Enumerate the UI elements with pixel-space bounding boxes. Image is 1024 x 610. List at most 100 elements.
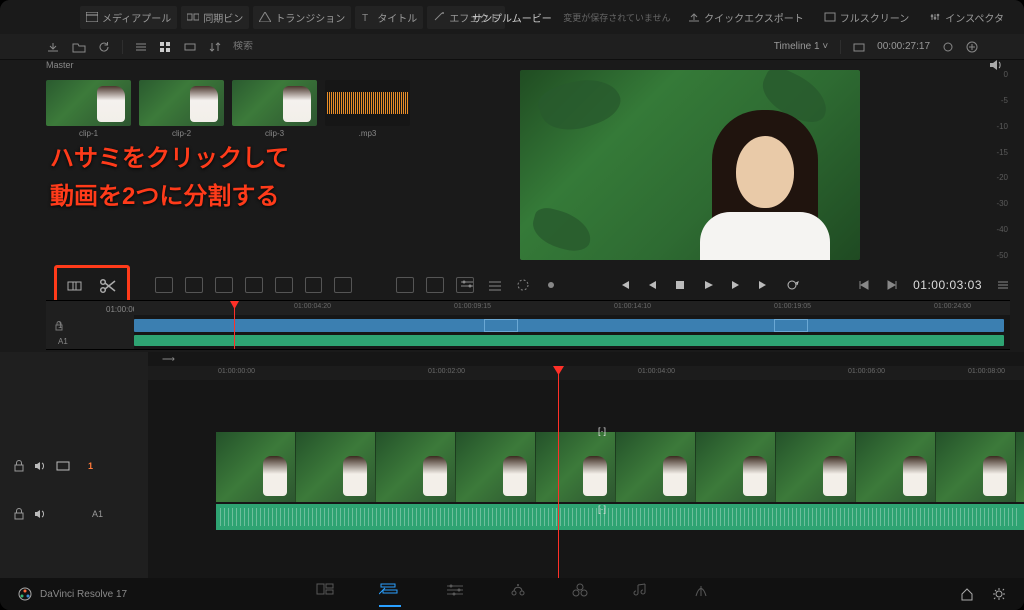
tab-fusion[interactable] — [509, 582, 527, 607]
media-clip[interactable]: clip-3 — [232, 80, 317, 138]
transport-bar: 01:00:03:03 — [460, 272, 1010, 298]
resolve-icon — [18, 587, 32, 601]
list-view-icon[interactable] — [135, 41, 147, 53]
next-frame-icon[interactable] — [729, 278, 743, 292]
syncbin-toggle[interactable]: 同期ビン — [181, 6, 249, 29]
ripple-overwrite-tool[interactable] — [334, 277, 352, 293]
mediapool-label: メディアプール — [102, 10, 171, 25]
speaker-icon[interactable] — [34, 508, 46, 520]
mediapool-icon — [86, 12, 98, 22]
mini-clip-segment[interactable] — [484, 319, 518, 332]
quick-export-label: クイックエクスポート — [704, 10, 804, 25]
timeline-name-dropdown[interactable]: Timeline 1 ˅ — [774, 41, 828, 52]
project-title: サンプルムービー — [472, 10, 552, 25]
preview-viewer[interactable] — [520, 70, 860, 260]
gear-icon[interactable] — [992, 587, 1006, 601]
options-icon[interactable] — [460, 278, 474, 292]
tools-icon[interactable] — [942, 41, 954, 53]
prev-edit-icon[interactable] — [857, 278, 871, 292]
svg-text:T: T — [362, 13, 368, 22]
audio-db-scale: 0-5-10-15-20-30-40-50 — [982, 70, 1008, 260]
mini-ruler[interactable]: 01:00:04:20 01:00:09:15 01:00:14:10 01:0… — [134, 301, 1010, 315]
video-track-header[interactable]: 1 — [0, 460, 148, 472]
place-on-top-tool[interactable] — [275, 277, 293, 293]
media-clip-audio[interactable]: .mp3 — [325, 80, 410, 138]
timeline-timecode: 00:00:27:17 — [877, 41, 930, 52]
mini-audiotrack-label: A1 — [58, 337, 68, 346]
timeline-overview[interactable]: 01:00:00:00 1 A1 01:00:04:20 01:00:09:15… — [46, 300, 1010, 350]
prev-frame-icon[interactable] — [645, 278, 659, 292]
viewer-timecode: 01:00:03:03 — [913, 278, 982, 292]
mediapool-toggle[interactable]: メディアプール — [80, 6, 177, 29]
media-clip[interactable]: clip-1 — [46, 80, 131, 138]
video-track[interactable] — [216, 432, 1024, 502]
transition-icon — [259, 12, 271, 22]
options2-icon[interactable] — [488, 278, 502, 292]
media-toolbar: Timeline 1 ˅ 00:00:27:17 — [0, 34, 1024, 60]
scissors-icon[interactable] — [98, 277, 118, 300]
marker-dot-icon[interactable] — [544, 278, 558, 292]
inspector-icon — [929, 12, 941, 22]
settings-icon[interactable] — [966, 41, 978, 53]
mini-video-clip[interactable] — [134, 319, 1004, 332]
sort-icon[interactable] — [209, 41, 221, 53]
title-label: タイトル — [377, 10, 417, 25]
marker-icon[interactable] — [516, 278, 530, 292]
tab-color[interactable] — [571, 582, 589, 607]
ripple-tool[interactable] — [215, 277, 233, 293]
mini-clip-segment[interactable] — [774, 319, 808, 332]
append-tool[interactable] — [155, 277, 173, 293]
transition-toggle[interactable]: トランジション — [253, 6, 351, 29]
jump-start-icon[interactable] — [617, 278, 631, 292]
quick-export-button[interactable]: クイックエクスポート — [682, 6, 810, 29]
lock-icon[interactable] — [14, 460, 24, 472]
media-clip[interactable]: clip-2 — [139, 80, 224, 138]
speaker-icon[interactable] — [34, 460, 46, 472]
syncbin-label: 同期ビン — [203, 10, 243, 25]
insert-tool[interactable] — [185, 277, 203, 293]
fullscreen-button[interactable]: フルスクリーン — [818, 6, 916, 29]
playhead[interactable] — [558, 366, 559, 578]
edit-tool-row — [155, 272, 474, 298]
source-overwrite-tool[interactable] — [305, 277, 323, 293]
tab-fairlight[interactable] — [633, 582, 649, 607]
lock-icon[interactable] — [54, 321, 64, 331]
title-icon: T — [361, 12, 373, 22]
play-icon[interactable] — [701, 278, 715, 292]
mini-playhead[interactable] — [234, 301, 235, 349]
folder-icon[interactable] — [72, 41, 86, 53]
next-edit-icon[interactable] — [885, 278, 899, 292]
closeup-tool[interactable] — [245, 277, 263, 293]
syncbin-icon — [187, 12, 199, 22]
jump-end-icon[interactable] — [757, 278, 771, 292]
timeline-tracks[interactable]: ⟶ 01:00:00:00 01:00:02:00 01:00:04:00 01… — [148, 352, 1024, 578]
tab-edit[interactable] — [445, 582, 465, 607]
blade-tool-icon[interactable] — [66, 278, 84, 299]
inspector-toggle[interactable]: インスペクタ — [923, 6, 1010, 29]
audio-track[interactable] — [216, 504, 1024, 530]
transition-tool[interactable] — [396, 277, 414, 293]
loop-icon[interactable] — [785, 278, 799, 292]
stop-icon[interactable] — [673, 278, 687, 292]
tab-media[interactable] — [315, 582, 335, 607]
mini-audio-clip[interactable] — [134, 335, 1004, 346]
tab-cut[interactable] — [379, 582, 401, 607]
tab-deliver[interactable] — [693, 582, 709, 607]
save-status: 変更が保存されていません — [563, 11, 670, 24]
in-out-marker: [·] — [598, 504, 606, 514]
import-icon[interactable] — [46, 41, 60, 53]
audio-track-header[interactable]: A1 — [0, 508, 148, 520]
refresh-icon[interactable] — [98, 41, 110, 53]
search-input[interactable] — [233, 41, 313, 52]
zoom-in-icon[interactable]: ⟶ — [162, 354, 175, 365]
dissolve-tool[interactable] — [426, 277, 444, 293]
timeline-ruler[interactable]: 01:00:00:00 01:00:02:00 01:00:04:00 01:0… — [148, 366, 1024, 380]
lock-icon[interactable] — [14, 508, 24, 520]
viewer-menu-icon[interactable] — [996, 278, 1010, 292]
thumb-view-icon[interactable] — [159, 41, 171, 53]
title-toggle[interactable]: T タイトル — [355, 6, 423, 29]
strip-view-icon[interactable] — [183, 42, 197, 52]
app-logo: DaVinci Resolve 17 — [18, 587, 127, 601]
display-track-icon[interactable] — [56, 461, 70, 471]
home-icon[interactable] — [960, 587, 974, 601]
